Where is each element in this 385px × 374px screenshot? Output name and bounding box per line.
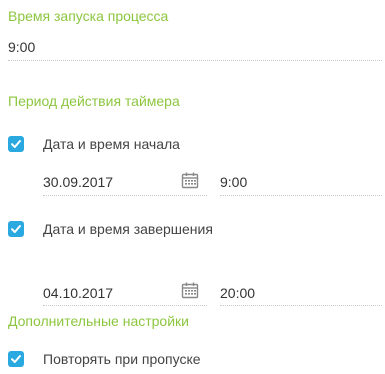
timer-period-title: Период действия таймера <box>8 93 180 109</box>
end-time-input[interactable]: 20:00 <box>220 285 255 301</box>
start-time-underline <box>220 195 382 196</box>
additional-settings-title: Дополнительные настройки <box>8 313 189 329</box>
start-time-input[interactable]: 9:00 <box>220 174 247 190</box>
launch-time-underline <box>8 60 382 61</box>
start-datetime-label: Дата и время начала <box>43 136 180 152</box>
launch-time-value[interactable]: 9:00 <box>8 39 35 55</box>
check-icon <box>11 225 21 233</box>
end-datetime-checkbox[interactable] <box>8 221 24 237</box>
start-datetime-checkbox[interactable] <box>8 136 24 152</box>
end-date-underline <box>43 305 207 306</box>
check-icon <box>11 140 21 148</box>
check-icon <box>11 355 21 363</box>
start-date-input[interactable]: 30.09.2017 <box>43 174 113 190</box>
end-date-input[interactable]: 04.10.2017 <box>43 285 113 301</box>
repeat-on-miss-checkbox[interactable] <box>8 351 24 367</box>
calendar-icon[interactable] <box>181 171 199 189</box>
launch-time-title: Время запуска процесса <box>8 8 169 24</box>
end-time-underline <box>220 305 382 306</box>
start-date-underline <box>43 195 207 196</box>
repeat-on-miss-label: Повторять при пропуске <box>43 351 201 367</box>
calendar-icon[interactable] <box>181 281 199 299</box>
end-datetime-label: Дата и время завершения <box>43 221 213 237</box>
